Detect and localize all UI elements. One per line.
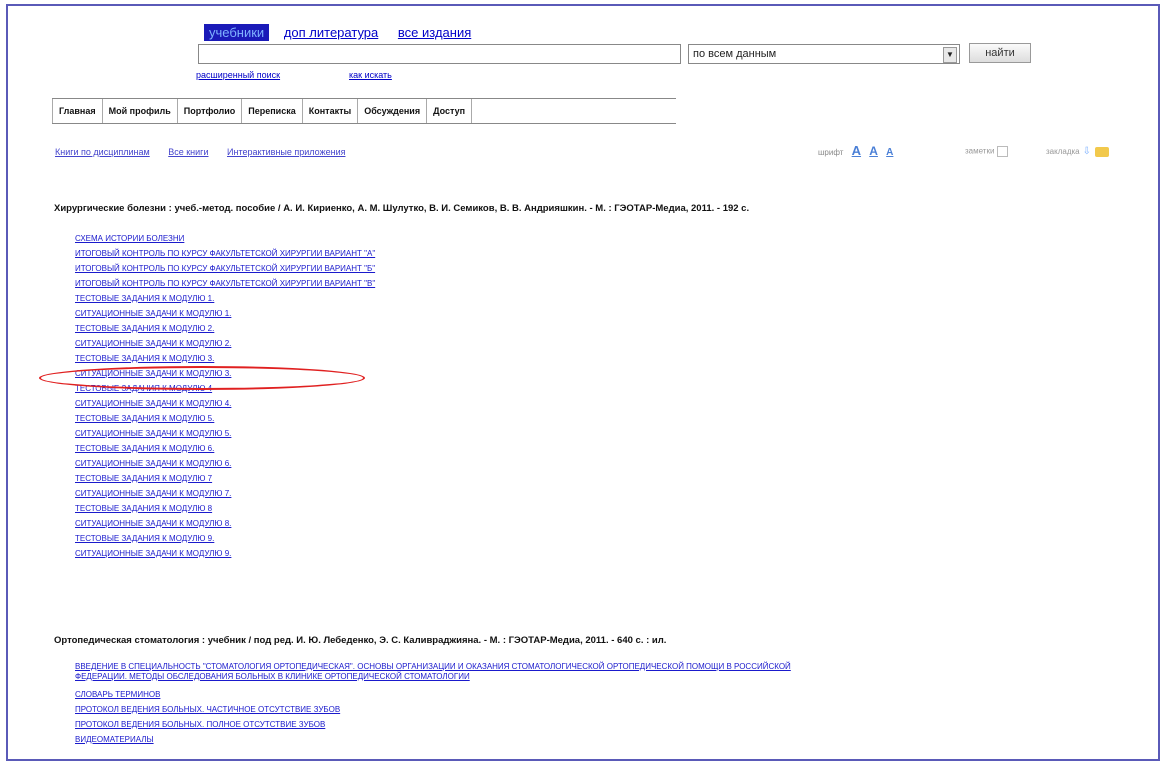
chapter-link[interactable]: СИТУАЦИОННЫЕ ЗАДАЧИ К МОДУЛЮ 8. [75,516,375,531]
chapter-link[interactable]: СИТУАЦИОННЫЕ ЗАДАЧИ К МОДУЛЮ 7. [75,486,375,501]
chapter-link[interactable]: ТЕСТОВЫЕ ЗАДАНИЯ К МОДУЛЮ 9. [75,531,375,546]
scope-tab-all-editions[interactable]: все издания [393,24,476,41]
list-item: СИТУАЦИОННЫЕ ЗАДАЧИ К МОДУЛЮ 7. [75,486,375,501]
search-scope-tabs: учебники доп литература все издания [204,24,482,41]
font-increase-icon[interactable]: A [852,143,861,158]
list-item: ТЕСТОВЫЕ ЗАДАНИЯ К МОДУЛЮ 4 [75,381,375,396]
main-nav-tabs: Главная Мой профиль Портфолио Переписка Конт… [52,98,676,124]
chapter-link[interactable]: ТЕСТОВЫЕ ЗАДАНИЯ К МОДУЛЮ 5. [75,411,375,426]
list-item: ТЕСТОВЫЕ ЗАДАНИЯ К МОДУЛЮ 5. [75,411,375,426]
advanced-search-link[interactable]: расширенный поиск [196,70,280,80]
list-item: СИТУАЦИОННЫЕ ЗАДАЧИ К МОДУЛЮ 4. [75,396,375,411]
chapter-link[interactable]: СЛОВАРЬ ТЕРМИНОВ [75,687,795,702]
tab-home[interactable]: Главная [52,99,103,123]
chapter-link[interactable]: СИТУАЦИОННЫЕ ЗАДАЧИ К МОДУЛЮ 6. [75,456,375,471]
scope-tab-extra-literature[interactable]: доп литература [279,24,383,41]
chapter-link[interactable]: СИТУАЦИОННЫЕ ЗАДАЧИ К МОДУЛЮ 1. [75,306,375,321]
chapter-link[interactable]: СХЕМА ИСТОРИИ БОЛЕЗНИ [75,231,375,246]
list-item: ИТОГОВЫЙ КОНТРОЛЬ ПО КУРСУ ФАКУЛЬТЕТСКОЙ… [75,246,375,261]
search-scope-select-value: по всем данным [693,48,777,60]
list-item: ИТОГОВЫЙ КОНТРОЛЬ ПО КУРСУ ФАКУЛЬТЕТСКОЙ… [75,276,375,291]
list-item: СИТУАЦИОННЫЕ ЗАДАЧИ К МОДУЛЮ 9. [75,546,375,561]
list-item: ВВЕДЕНИЕ В СПЕЦИАЛЬНОСТЬ "СТОМАТОЛОГИЯ О… [75,662,795,682]
book-title: Хирургические болезни : учеб.-метод. пос… [54,203,750,214]
list-item: ПРОТОКОЛ ВЕДЕНИЯ БОЛЬНЫХ. ПОЛНОЕ ОТСУТСТ… [75,717,795,732]
list-item: ВИДЕОМАТЕРИАЛЫ [75,732,795,747]
list-item: ТЕСТОВЫЕ ЗАДАНИЯ К МОДУЛЮ 6. [75,441,375,456]
chapter-list: СХЕМА ИСТОРИИ БОЛЕЗНИ ИТОГОВЫЙ КОНТРОЛЬ П… [75,231,375,561]
list-item: СЛОВАРЬ ТЕРМИНОВ [75,687,795,702]
tab-my-profile[interactable]: Мой профиль [103,99,178,123]
list-item: СИТУАЦИОННЫЕ ЗАДАЧИ К МОДУЛЮ 1. [75,306,375,321]
list-item: ТЕСТОВЫЕ ЗАДАНИЯ К МОДУЛЮ 7 [75,471,375,486]
subnav-books-by-discipline[interactable]: Книги по дисциплинам [55,147,150,157]
tab-discussions[interactable]: Обсуждения [358,99,428,123]
chapter-link[interactable]: ТЕСТОВЫЕ ЗАДАНИЯ К МОДУЛЮ 2. [75,321,375,336]
search-scope-select[interactable]: по всем данным ▼ [688,44,960,64]
list-item: СХЕМА ИСТОРИИ БОЛЕЗНИ [75,231,375,246]
list-item: ТЕСТОВЫЕ ЗАДАНИЯ К МОДУЛЮ 8 [75,501,375,516]
tab-correspondence[interactable]: Переписка [242,99,303,123]
chapter-link[interactable]: ПРОТОКОЛ ВЕДЕНИЯ БОЛЬНЫХ. ЧАСТИЧНОЕ ОТСУ… [75,702,795,717]
chapter-link[interactable]: ИТОГОВЫЙ КОНТРОЛЬ ПО КУРСУ ФАКУЛЬТЕТСКОЙ… [75,246,375,261]
tab-contacts[interactable]: Контакты [303,99,359,123]
list-item: СИТУАЦИОННЫЕ ЗАДАЧИ К МОДУЛЮ 5. [75,426,375,441]
list-item: ПРОТОКОЛ ВЕДЕНИЯ БОЛЬНЫХ. ЧАСТИЧНОЕ ОТСУ… [75,702,795,717]
font-normal-icon[interactable]: A [869,144,878,158]
chapter-link[interactable]: ТЕСТОВЫЕ ЗАДАНИЯ К МОДУЛЮ 1. [75,291,375,306]
subnav-interactive-apps[interactable]: Интерактивные приложения [227,147,345,157]
chapter-link[interactable]: ИТОГОВЫЙ КОНТРОЛЬ ПО КУРСУ ФАКУЛЬТЕТСКОЙ… [75,276,375,291]
chevron-down-icon[interactable]: ▼ [943,47,957,63]
list-item: ТЕСТОВЫЕ ЗАДАНИЯ К МОДУЛЮ 2. [75,321,375,336]
chapter-link[interactable]: ПРОТОКОЛ ВЕДЕНИЯ БОЛЬНЫХ. ПОЛНОЕ ОТСУТСТ… [75,717,795,732]
tab-access[interactable]: Доступ [427,99,473,123]
chapter-link[interactable]: ВВЕДЕНИЕ В СПЕЦИАЛЬНОСТЬ "СТОМАТОЛОГИЯ О… [75,662,795,682]
find-button[interactable]: найти [969,43,1031,63]
chapter-link[interactable]: СИТУАЦИОННЫЕ ЗАДАЧИ К МОДУЛЮ 4. [75,396,375,411]
chapter-link[interactable]: ТЕСТОВЫЕ ЗАДАНИЯ К МОДУЛЮ 7 [75,471,375,486]
chapter-link[interactable]: ИТОГОВЫЙ КОНТРОЛЬ ПО КУРСУ ФАКУЛЬТЕТСКОЙ… [75,261,375,276]
list-item: ТЕСТОВЫЕ ЗАДАНИЯ К МОДУЛЮ 1. [75,291,375,306]
scope-tab-textbooks[interactable]: учебники [204,24,270,41]
list-item: ИТОГОВЫЙ КОНТРОЛЬ ПО КУРСУ ФАКУЛЬТЕТСКОЙ… [75,261,375,276]
font-label: шрифт [818,148,844,157]
list-item: СИТУАЦИОННЫЕ ЗАДАЧИ К МОДУЛЮ 3. [75,366,375,381]
search-input[interactable] [198,44,681,64]
folder-icon[interactable] [1095,146,1110,157]
how-to-search-link[interactable]: как искать [349,70,392,80]
notes-label: заметки [965,146,995,156]
list-item: ТЕСТОВЫЕ ЗАДАНИЯ К МОДУЛЮ 3. [75,351,375,366]
font-size-controls: шрифт A A A [818,143,893,158]
subnav: Книги по дисциплинам Все книги Интеракти… [55,147,361,157]
notes-control[interactable]: заметки [965,146,1009,157]
chapter-link[interactable]: ТЕСТОВЫЕ ЗАДАНИЯ К МОДУЛЮ 3. [75,351,375,366]
notes-icon[interactable] [997,146,1009,157]
bookmark-control[interactable]: закладка ⇩ [1046,146,1110,157]
bookmark-label: закладка [1046,147,1080,156]
list-item: СИТУАЦИОННЫЕ ЗАДАЧИ К МОДУЛЮ 6. [75,456,375,471]
book-title: Ортопедическая стоматология : учебник / … [54,635,667,646]
chapter-link[interactable]: СИТУАЦИОННЫЕ ЗАДАЧИ К МОДУЛЮ 3. [75,366,375,381]
subnav-all-books[interactable]: Все книги [168,147,208,157]
list-item: ТЕСТОВЫЕ ЗАДАНИЯ К МОДУЛЮ 9. [75,531,375,546]
list-item: СИТУАЦИОННЫЕ ЗАДАЧИ К МОДУЛЮ 8. [75,516,375,531]
list-item: СИТУАЦИОННЫЕ ЗАДАЧИ К МОДУЛЮ 2. [75,336,375,351]
chapter-link[interactable]: СИТУАЦИОННЫЕ ЗАДАЧИ К МОДУЛЮ 9. [75,546,375,561]
chapter-link[interactable]: ТЕСТОВЫЕ ЗАДАНИЯ К МОДУЛЮ 4 [75,381,375,396]
page-frame: учебники доп литература все издания по в… [6,4,1160,761]
chapter-link[interactable]: ТЕСТОВЫЕ ЗАДАНИЯ К МОДУЛЮ 6. [75,441,375,456]
tab-portfolio[interactable]: Портфолио [178,99,243,123]
chapter-list: ВВЕДЕНИЕ В СПЕЦИАЛЬНОСТЬ "СТОМАТОЛОГИЯ О… [75,662,795,747]
chapter-link[interactable]: СИТУАЦИОННЫЕ ЗАДАЧИ К МОДУЛЮ 2. [75,336,375,351]
chapter-link[interactable]: ТЕСТОВЫЕ ЗАДАНИЯ К МОДУЛЮ 8 [75,501,375,516]
font-decrease-icon[interactable]: A [886,147,893,158]
chapter-link[interactable]: СИТУАЦИОННЫЕ ЗАДАЧИ К МОДУЛЮ 5. [75,426,375,441]
chapter-link[interactable]: ВИДЕОМАТЕРИАЛЫ [75,732,795,747]
bookmark-icon[interactable]: ⇩ [1083,146,1091,157]
